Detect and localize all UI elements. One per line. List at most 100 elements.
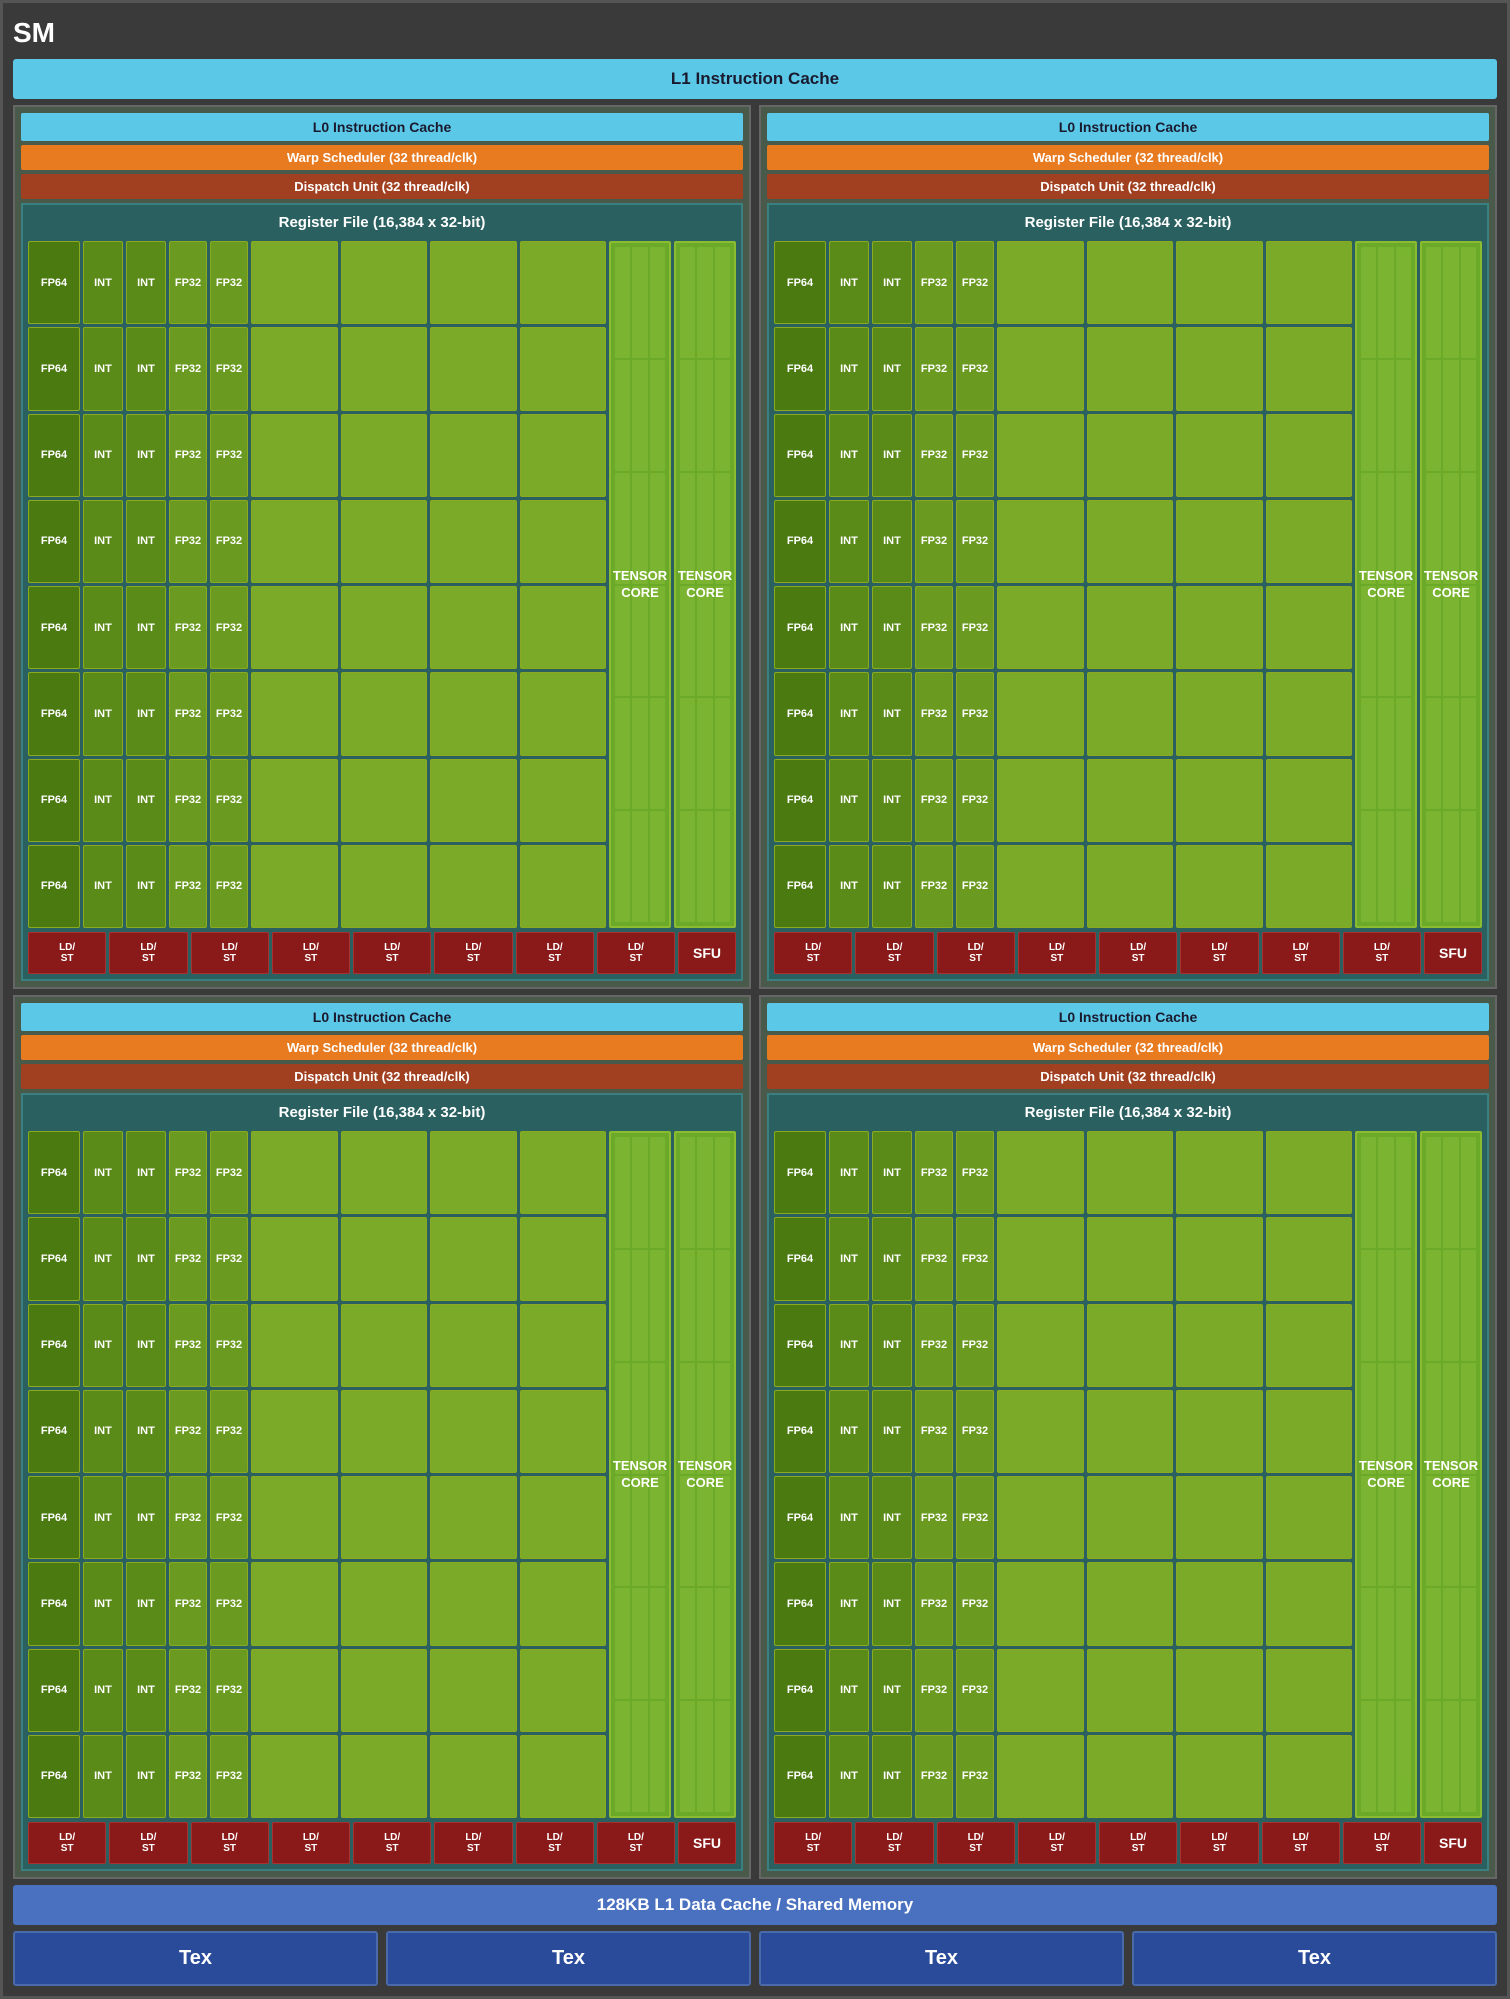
fp32-unit: FP32 (169, 1304, 207, 1387)
fp64-unit: FP64 (774, 1649, 826, 1732)
green-unit (430, 500, 517, 583)
ldst-unit: LD/ST (516, 932, 594, 974)
green-unit (997, 1562, 1084, 1645)
compute-row: FP64 INT INT FP32 FP32 (28, 1649, 606, 1732)
int-unit: INT (126, 241, 166, 324)
tex-unit-2: Tex (386, 1931, 751, 1986)
compute-row: FP64 INT INT FP32 FP32 (774, 1390, 1352, 1473)
fp32-unit: FP32 (169, 845, 207, 928)
fp32-unit: FP32 (210, 1131, 248, 1214)
int-unit: INT (829, 414, 869, 497)
green-unit (251, 500, 338, 583)
green-unit (1266, 845, 1353, 928)
int-unit: INT (83, 586, 123, 669)
green-unit (251, 586, 338, 669)
green-unit (430, 1476, 517, 1559)
green-unit (1087, 586, 1174, 669)
green-unit (1087, 1304, 1174, 1387)
green-unit (341, 1304, 428, 1387)
tensor-core-q4-1: TENSOR CORE (1355, 1131, 1417, 1818)
green-unit (520, 1131, 607, 1214)
green-unit (1266, 759, 1353, 842)
compute-row: FP64 INT INT FP32 FP32 (774, 327, 1352, 410)
green-unit (1087, 1217, 1174, 1300)
int-unit: INT (872, 1304, 912, 1387)
tensor-core-label: TENSOR CORE (1359, 1458, 1413, 1492)
tensor-core-q4-2: TENSOR CORE (1420, 1131, 1482, 1818)
green-unit (1176, 1476, 1263, 1559)
int-unit: INT (872, 672, 912, 755)
green-unit (430, 1304, 517, 1387)
quadrants-bottom-row: L0 Instruction Cache Warp Scheduler (32 … (13, 995, 1497, 1879)
green-unit (341, 1735, 428, 1818)
fp64-unit: FP64 (28, 327, 80, 410)
fp32-unit: FP32 (956, 1390, 994, 1473)
ldst-row-q3: LD/ST LD/ST LD/ST LD/ST LD/ST LD/ST LD/S… (28, 1822, 736, 1864)
fp64-unit: FP64 (774, 672, 826, 755)
fp32-unit: FP32 (210, 1390, 248, 1473)
ldst-unit: LD/ST (434, 1822, 512, 1864)
green-unit (1087, 1476, 1174, 1559)
ldst-unit: LD/ST (516, 1822, 594, 1864)
green-unit (430, 1390, 517, 1473)
fp32-unit: FP32 (956, 1562, 994, 1645)
sfu-unit: SFU (1424, 1822, 1482, 1864)
fp64-unit: FP64 (28, 672, 80, 755)
int-unit: INT (829, 1304, 869, 1387)
tensor-core-label: TENSOR CORE (678, 1458, 732, 1492)
tensor-core-q2-2: TENSOR CORE (1420, 241, 1482, 928)
green-unit (997, 759, 1084, 842)
green-unit (997, 1476, 1084, 1559)
fp32-unit: FP32 (915, 586, 953, 669)
green-unit (997, 1649, 1084, 1732)
ldst-unit: LD/ST (1262, 1822, 1340, 1864)
register-file-q1: Register File (16,384 x 32-bit) (21, 203, 743, 981)
green-unit (251, 327, 338, 410)
compute-rows-q1: FP64 INT INT FP32 FP32 FP64 INT INT (28, 241, 736, 928)
ldst-unit: LD/ST (937, 932, 1015, 974)
fp32-unit: FP32 (915, 1735, 953, 1818)
warp-scheduler-q1: Warp Scheduler (32 thread/clk) (21, 145, 743, 170)
green-unit (1176, 1131, 1263, 1214)
compute-row: FP64 INT INT FP32 FP32 (28, 327, 606, 410)
compute-row: FP64 INT INT FP32 FP32 (774, 1131, 1352, 1214)
compute-row: FP64 INT INT FP32 FP32 (28, 500, 606, 583)
green-unit (1176, 759, 1263, 842)
green-unit (1176, 845, 1263, 928)
green-unit (1176, 414, 1263, 497)
green-unit (1176, 327, 1263, 410)
green-unit (341, 241, 428, 324)
green-unit (997, 241, 1084, 324)
l0-cache-q2: L0 Instruction Cache (767, 113, 1489, 141)
green-unit (520, 241, 607, 324)
register-file-title-q2: Register File (16,384 x 32-bit) (774, 210, 1482, 237)
green-unit (1176, 1217, 1263, 1300)
int-unit: INT (126, 1131, 166, 1214)
int-unit: INT (872, 1476, 912, 1559)
fp32-unit: FP32 (956, 1131, 994, 1214)
int-unit: INT (872, 241, 912, 324)
green-unit (1266, 1131, 1353, 1214)
int-unit: INT (872, 1649, 912, 1732)
green-unit (1087, 241, 1174, 324)
register-file-q2: Register File (16,384 x 32-bit) FP64 INT… (767, 203, 1489, 981)
fp32-unit: FP32 (956, 1649, 994, 1732)
int-unit: INT (83, 1649, 123, 1732)
fp64-unit: FP64 (28, 759, 80, 842)
ldst-unit: LD/ST (1343, 932, 1421, 974)
green-unit (430, 414, 517, 497)
green-unit (1087, 414, 1174, 497)
register-file-title-q4: Register File (16,384 x 32-bit) (774, 1100, 1482, 1127)
fp32-unit: FP32 (169, 1131, 207, 1214)
int-unit: INT (872, 1390, 912, 1473)
fp64-unit: FP64 (28, 1131, 80, 1214)
tensor-core-q3-1: TENSOR CORE (609, 1131, 671, 1818)
green-unit (430, 327, 517, 410)
green-unit (341, 1390, 428, 1473)
green-unit (997, 1735, 1084, 1818)
green-unit (520, 1217, 607, 1300)
int-unit: INT (126, 414, 166, 497)
compute-row: FP64 INT INT FP32 FP32 (28, 1735, 606, 1818)
green-unit (430, 586, 517, 669)
int-unit: INT (126, 1217, 166, 1300)
